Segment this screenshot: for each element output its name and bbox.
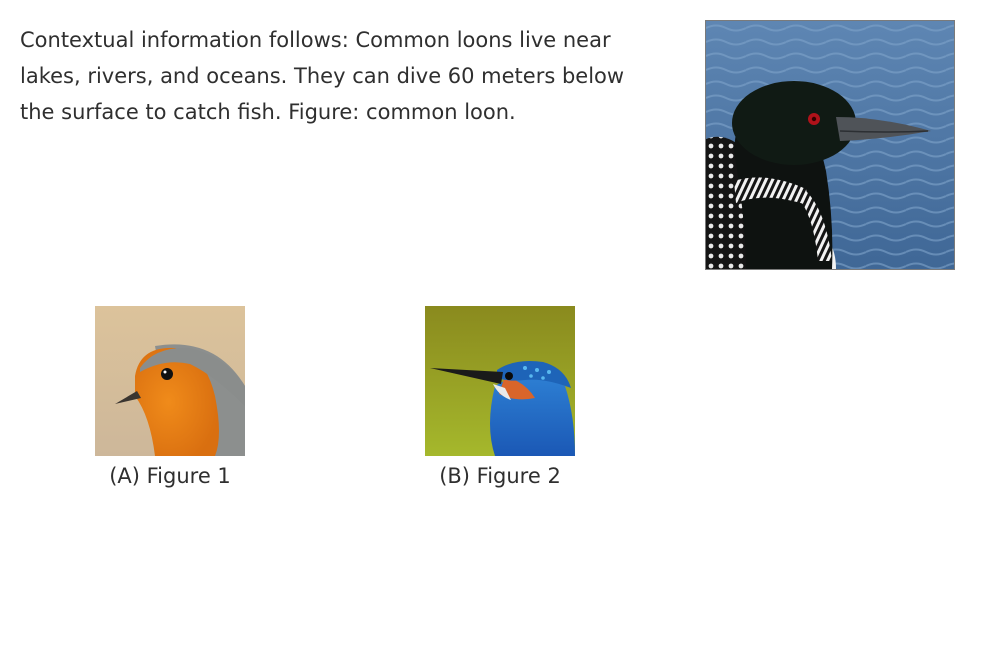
option-b[interactable]: (B) Figure 2: [400, 306, 600, 496]
option-b-label[interactable]: (B) Figure 2: [400, 460, 600, 492]
common-loon-image: [705, 20, 955, 270]
context-text: Contextual information follows: Common l…: [20, 28, 625, 124]
robin-image[interactable]: [95, 306, 245, 456]
kingfisher-image[interactable]: [425, 306, 575, 456]
option-a[interactable]: (A) Figure 1: [70, 306, 270, 496]
option-a-label[interactable]: (A) Figure 1: [70, 460, 270, 492]
